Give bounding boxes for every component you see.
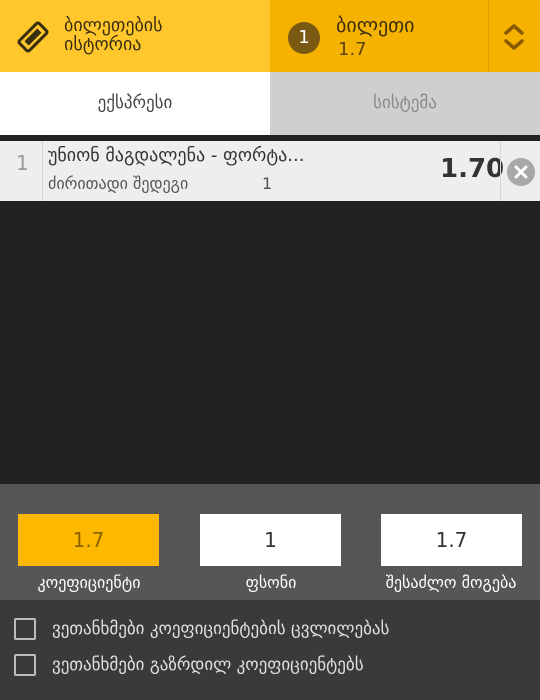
close-circle-icon	[514, 165, 528, 179]
agreements-section: ვეთანხმები კოეფიციენტების ცვლილებას ვეთა…	[0, 600, 540, 700]
accept-increased-checkbox[interactable]	[14, 654, 36, 676]
bet-odds: 1.70	[440, 154, 505, 184]
betslip-toggle-button[interactable]	[488, 0, 540, 72]
accept-increased-row[interactable]: ვეთანხმები გაზრდილ კოეფიციენტებს	[14, 650, 364, 680]
betslip-summary[interactable]: 1 ბილეთი 1.7	[270, 0, 488, 72]
ticket-history-label: ბილეთების ისტორია	[64, 16, 264, 54]
remove-bet-button[interactable]	[507, 158, 535, 186]
ticket-history-button[interactable]: ბილეთების ისტორია	[0, 0, 270, 72]
accept-changes-row[interactable]: ვეთანხმები კოეფიციენტების ცვლილებას	[14, 614, 389, 644]
betslip-title: ბილეთი	[336, 13, 415, 37]
chevron-up-down-icon	[504, 24, 524, 50]
betslip-total-odds: 1.7	[338, 39, 367, 60]
possible-win-field: 1.7	[381, 514, 522, 566]
ticket-history-label-line2: ისტორია	[64, 34, 142, 55]
bet-list-empty-area	[0, 201, 540, 484]
tab-system[interactable]: სისტემა	[270, 72, 540, 135]
bet-type-tabs: ექსპრესი სისტემა	[0, 72, 540, 135]
bet-summary-panel: 1.7 1 1.7 კოეფიციენტი ფსონი შესაძლო მოგე…	[0, 484, 540, 600]
bet-selection: 1	[262, 174, 273, 193]
ticket-count-badge: 1	[288, 22, 320, 54]
coefficient-field: 1.7	[18, 514, 159, 566]
bet-market: ძირითადი შედეგი	[48, 174, 189, 193]
bet-event-name: უნიონ მაგდალენა - ფორტა...	[48, 145, 305, 166]
bet-row: 1 უნიონ მაგდალენა - ფორტა... ძირითადი შე…	[0, 141, 540, 201]
bet-index: 1	[16, 151, 29, 175]
accept-changes-checkbox[interactable]	[14, 618, 36, 640]
tab-express[interactable]: ექსპრესი	[0, 72, 270, 135]
accept-increased-label: ვეთანხმები გაზრდილ კოეფიციენტებს	[52, 655, 364, 675]
stake-label: ფსონი	[245, 573, 297, 592]
coefficient-label: კოეფიციენტი	[37, 573, 141, 592]
ticket-icon	[16, 20, 50, 54]
accept-changes-label: ვეთანხმები კოეფიციენტების ცვლილებას	[52, 619, 390, 639]
bet-divider	[42, 141, 43, 201]
header: ბილეთების ისტორია 1 ბილეთი 1.7	[0, 0, 540, 72]
stake-input[interactable]: 1	[200, 514, 341, 566]
ticket-history-label-line1: ბილეთების	[64, 15, 163, 36]
possible-win-label: შესაძლო მოგება	[385, 573, 517, 592]
bet-divider-right	[500, 141, 501, 201]
